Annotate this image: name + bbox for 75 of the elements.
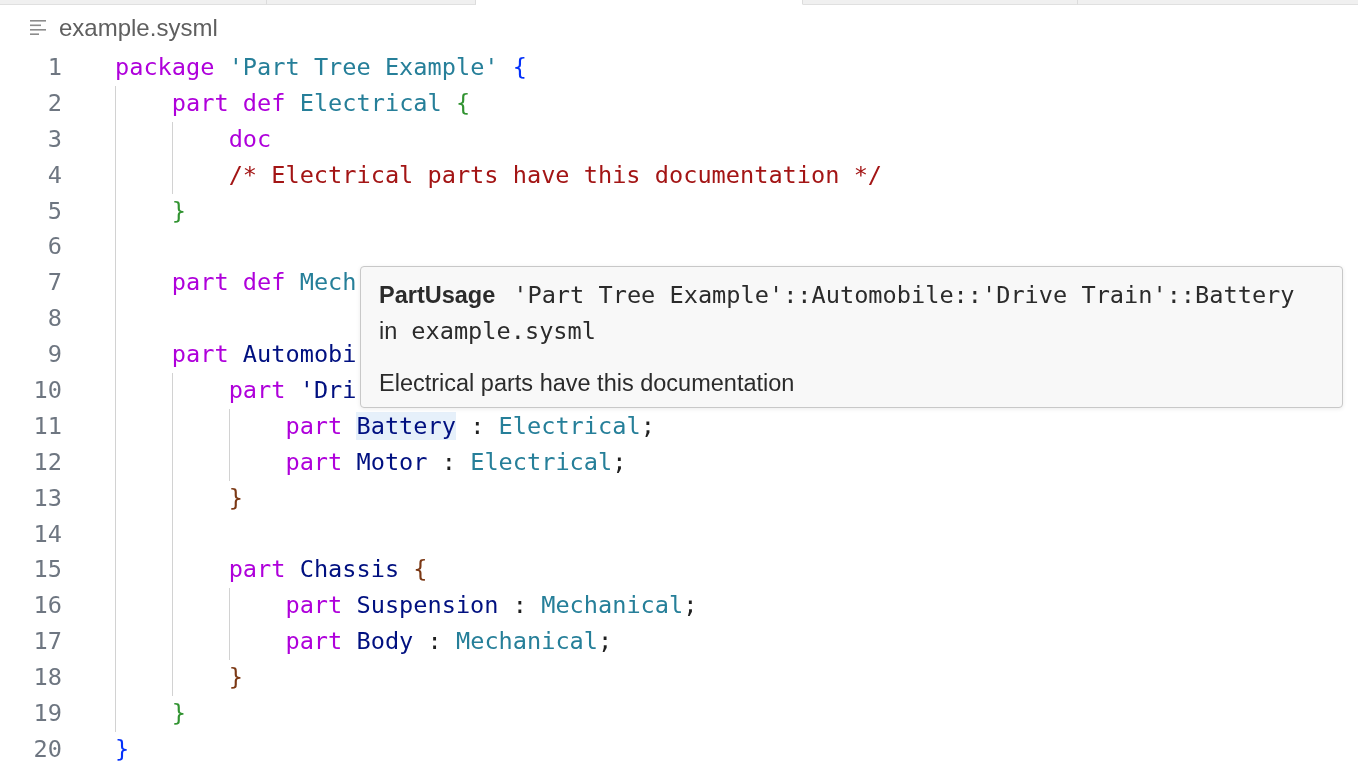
line-number: 12 — [32, 446, 62, 478]
keyword: part — [285, 411, 343, 440]
line-number: 11 — [32, 410, 62, 442]
brace: } — [115, 734, 130, 763]
line-number: 6 — [46, 231, 62, 263]
keyword: part — [171, 340, 229, 369]
brace: } — [171, 699, 187, 728]
line-number: 16 — [32, 590, 62, 622]
type-name: Mech — [299, 268, 357, 297]
line-number: 3 — [46, 123, 62, 155]
element-kind: PartUsage — [379, 281, 496, 310]
editor-tab[interactable] — [0, 0, 267, 5]
keyword: part — [285, 591, 343, 620]
punctuation: : — [427, 627, 442, 656]
punctuation: ; — [683, 591, 698, 620]
in-label: in — [379, 317, 398, 346]
line-number: 14 — [32, 518, 62, 550]
brace: } — [171, 196, 187, 225]
keyword: def — [242, 268, 286, 297]
line-number: 4 — [46, 159, 62, 191]
keyword: part — [285, 447, 343, 476]
keyword: part — [285, 627, 343, 656]
doc-comment: /* Electrical parts have this documentation */ — [228, 160, 883, 189]
line-number: 9 — [46, 339, 62, 371]
brace: { — [512, 53, 527, 81]
breadcrumb-item[interactable]: example.sysml — [59, 13, 218, 42]
keyword: package — [115, 53, 215, 81]
part-name: Automobi — [242, 340, 357, 369]
editor-tab[interactable] — [803, 0, 1078, 5]
punctuation: : — [441, 447, 456, 476]
brace: { — [455, 88, 471, 117]
line-number: 5 — [46, 195, 62, 227]
keyword: part — [228, 376, 286, 404]
line-number: 13 — [32, 482, 62, 514]
type-name: Mechanical — [541, 591, 684, 620]
keyword: part — [171, 268, 229, 297]
part-name: Battery — [356, 411, 456, 440]
line-number: 18 — [32, 662, 62, 694]
file-name: example.sysml — [411, 316, 596, 347]
punctuation: ; — [640, 411, 655, 440]
editor-tab[interactable] — [476, 0, 803, 5]
part-name: Motor — [356, 447, 428, 476]
keyword: part — [228, 555, 286, 584]
line-number: 7 — [46, 267, 62, 299]
part-name: Suspension — [356, 591, 499, 620]
line-number: 1 — [46, 52, 62, 83]
type-name: Electrical — [470, 447, 613, 476]
line-number: 20 — [32, 733, 62, 765]
type-name: Mechanical — [455, 627, 598, 656]
type-name: Electrical — [299, 88, 442, 117]
qualified-name: 'Part Tree Example'::Automobile::'Drive Train'::Battery — [513, 280, 1295, 311]
line-number: 17 — [32, 626, 62, 658]
package-name: 'Part Tree Example' — [228, 53, 499, 81]
part-name: Body — [356, 627, 414, 656]
brace: } — [228, 663, 243, 692]
editor-tab[interactable] — [267, 0, 476, 5]
line-number: 15 — [32, 554, 62, 586]
keyword: def — [242, 88, 286, 117]
type-name: Electrical — [498, 411, 641, 440]
line-number: 10 — [32, 375, 62, 406]
part-name: Chassis — [299, 555, 400, 584]
punctuation: ; — [612, 447, 627, 476]
keyword: doc — [228, 124, 272, 153]
line-number: 2 — [46, 87, 62, 119]
keyword: part — [171, 88, 229, 117]
brace: { — [413, 555, 428, 584]
file-lines-icon — [30, 20, 46, 35]
documentation-text: Electrical parts have this documentation — [379, 369, 796, 398]
punctuation: : — [512, 591, 527, 620]
punctuation: : — [470, 411, 485, 440]
line-number: 8 — [46, 303, 62, 335]
brace: } — [228, 483, 243, 512]
part-name: 'Dri — [299, 376, 357, 404]
line-number: 19 — [32, 698, 62, 730]
punctuation: ; — [598, 627, 613, 656]
